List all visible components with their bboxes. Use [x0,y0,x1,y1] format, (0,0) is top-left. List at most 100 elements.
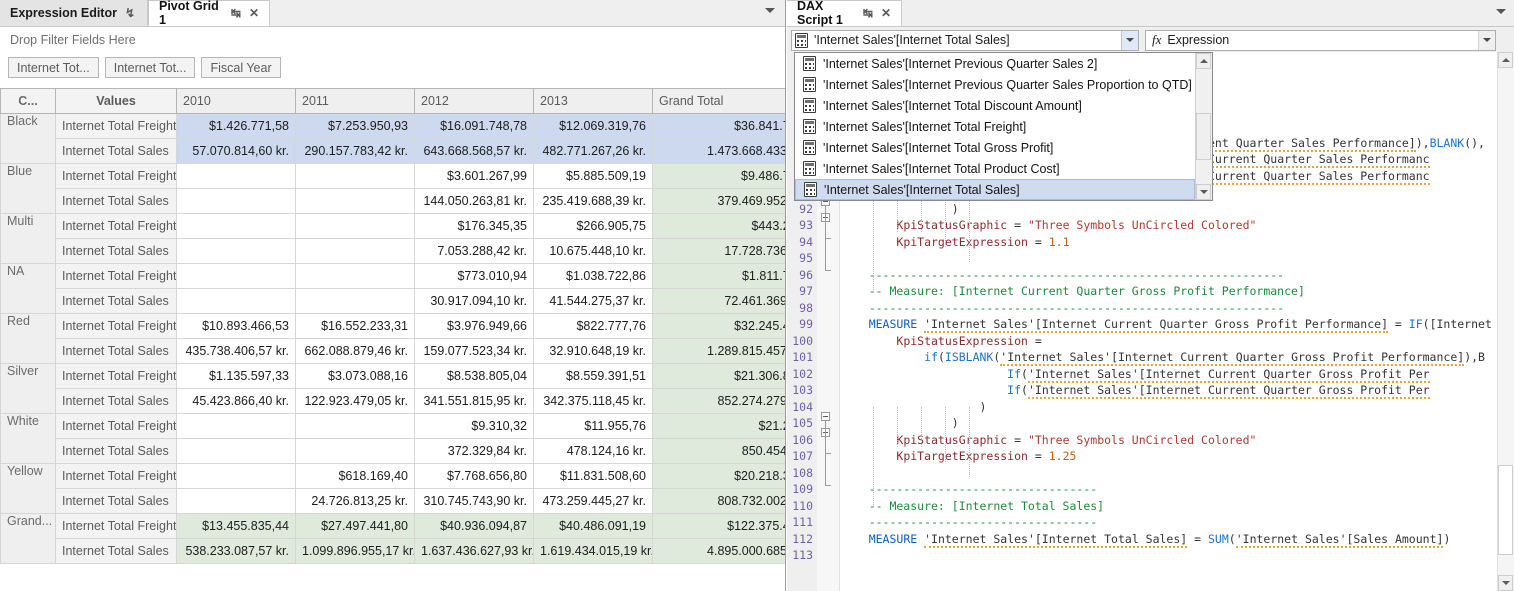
row-measure-header[interactable]: Internet Total Freight [56,114,177,139]
pivot-cell[interactable]: $3.976.949,66 [415,314,534,339]
pivot-cell[interactable]: $11.955,76 [534,414,653,439]
pivot-cell[interactable]: 72.461.369,47 kr. [653,289,786,314]
pivot-cell[interactable]: 482.771.267,26 kr. [534,139,653,164]
pivot-cell[interactable] [177,164,296,189]
pivot-cell[interactable] [177,239,296,264]
pivot-cell[interactable]: 7.053.288,42 kr. [415,239,534,264]
code-line[interactable]: 113 [787,547,1514,564]
pivot-cell[interactable]: 850.454,00 kr. [653,439,786,464]
pivot-cell[interactable]: 144.050.263,81 kr. [415,189,534,214]
measure-dropdown-list[interactable]: 'Internet Sales'[Internet Previous Quart… [794,52,1213,201]
pivot-cell[interactable]: 341.551.815,95 kr. [415,389,534,414]
close-icon[interactable]: ✕ [249,6,259,20]
pivot-cell[interactable]: 435.738.406,57 kr. [177,339,296,364]
corner-header-values[interactable]: Values [56,89,177,114]
code-line[interactable]: 97 -- Measure: [Internet Current Quarter… [787,283,1514,300]
tab-dax-script-1[interactable]: DAX Script 1 ↹ ✕ [787,0,902,26]
table-row[interactable]: NAInternet Total Freight$773.010,94$1.03… [1,264,786,289]
pivot-cell[interactable]: 17.728.736,52 kr. [653,239,786,264]
pivot-cell[interactable]: 538.233.087,57 kr. [177,539,296,564]
scroll-up-button[interactable] [1498,52,1513,68]
pivot-cell[interactable]: $1.426.771,58 [177,114,296,139]
pivot-cell[interactable]: $7.253.950,93 [296,114,415,139]
code-line[interactable]: 108 [787,465,1514,482]
pivot-cell[interactable]: 643.668.568,57 kr. [415,139,534,164]
dropdown-item[interactable]: 'Internet Sales'[Internet Previous Quart… [795,74,1195,95]
scroll-down-button[interactable] [1196,184,1211,200]
dropdown-item[interactable]: 'Internet Sales'[Internet Total Gross Pr… [795,137,1195,158]
table-row[interactable]: Grand...Internet Total Freight$13.455.83… [1,514,786,539]
pivot-cell[interactable]: $32.245.427,25 [653,314,786,339]
pivot-cell[interactable]: $1.811.733,80 [653,264,786,289]
pivot-cell[interactable] [296,414,415,439]
pivot-cell[interactable]: $40.936.094,87 [415,514,534,539]
pivot-cell[interactable]: 10.675.448,10 kr. [534,239,653,264]
row-measure-header[interactable]: Internet Total Freight [56,414,177,439]
table-row[interactable]: Internet Total Sales57.070.814,60 kr.290… [1,139,786,164]
row-measure-header[interactable]: Internet Total Sales [56,539,177,564]
pivot-cell[interactable]: 24.726.813,25 kr. [296,489,415,514]
measure-select-arrow[interactable] [1121,31,1138,50]
pivot-cell[interactable]: $266.905,75 [534,214,653,239]
table-row[interactable]: Internet Total Sales30.917.094,10 kr.41.… [1,289,786,314]
table-row[interactable]: YellowInternet Total Freight$618.169,40$… [1,464,786,489]
pivot-cell[interactable]: 1.473.668.433,85 kr. [653,139,786,164]
pivot-cell[interactable]: $3.073.088,16 [296,364,415,389]
pivot-cell[interactable]: $3.601.267,99 [415,164,534,189]
scrollbar-thumb[interactable] [1498,465,1513,555]
row-measure-header[interactable]: Internet Total Freight [56,364,177,389]
pivot-cell[interactable]: 30.917.094,10 kr. [415,289,534,314]
tab-expression-editor[interactable]: Expression Editor ↯ [0,0,148,26]
column-header-2010[interactable]: 2010 [177,89,296,114]
row-measure-header[interactable]: Internet Total Sales [56,389,177,414]
column-header-grand-total[interactable]: Grand Total [653,89,786,114]
pivot-cell[interactable]: 852.274.279,85 kr. [653,389,786,414]
pivot-cell[interactable] [177,414,296,439]
chevron-down-icon[interactable] [765,8,775,13]
pivot-cell[interactable] [177,464,296,489]
table-row[interactable]: MultiInternet Total Freight$176.345,35$2… [1,214,786,239]
row-group-header[interactable]: Red [1,314,56,364]
table-row[interactable]: Internet Total Sales435.738.406,57 kr.66… [1,339,786,364]
pin-icon[interactable]: ↹ [863,6,873,20]
table-row[interactable]: BlackInternet Total Freight$1.426.771,58… [1,114,786,139]
row-measure-header[interactable]: Internet Total Freight [56,514,177,539]
pivot-cell[interactable]: 57.070.814,60 kr. [177,139,296,164]
row-group-header[interactable]: NA [1,264,56,314]
pivot-cell[interactable] [296,264,415,289]
pivot-cell[interactable]: 662.088.879,46 kr. [296,339,415,364]
table-row[interactable]: Internet Total Sales372.329,84 kr.478.12… [1,439,786,464]
pivot-cell[interactable]: 473.259.445,27 kr. [534,489,653,514]
pivot-cell[interactable] [177,489,296,514]
row-measure-header[interactable]: Internet Total Freight [56,264,177,289]
row-measure-header[interactable]: Internet Total Sales [56,339,177,364]
expression-select[interactable]: fx Expression [1145,30,1496,51]
pivot-cell[interactable]: 4.895.000.685,87 kr. [653,539,786,564]
pivot-cell[interactable]: $21.266,08 [653,414,786,439]
pivot-cell[interactable]: $11.831.508,60 [534,464,653,489]
row-measure-header[interactable]: Internet Total Sales [56,439,177,464]
field-box-2[interactable]: Fiscal Year [201,57,280,78]
field-box-0[interactable]: Internet Tot... [8,57,99,78]
row-measure-header[interactable]: Internet Total Sales [56,489,177,514]
row-group-header[interactable]: Blue [1,164,56,214]
pivot-cell[interactable] [296,439,415,464]
row-group-header[interactable]: Black [1,114,56,164]
pivot-cell[interactable]: $13.455.835,44 [177,514,296,539]
code-line[interactable]: 100 KpiStatusExpression = [787,333,1514,350]
pivot-cell[interactable] [177,439,296,464]
pivot-cell[interactable]: $10.893.466,53 [177,314,296,339]
pivot-cell[interactable]: $36.841.791,05 [653,114,786,139]
code-line[interactable]: 102 If('Internet Sales'[Internet Current… [787,366,1514,383]
code-line[interactable]: 95 [787,250,1514,267]
row-measure-header[interactable]: Internet Total Sales [56,139,177,164]
code-line[interactable]: 99 MEASURE 'Internet Sales'[Internet Cur… [787,316,1514,333]
pivot-cell[interactable]: $1.135.597,33 [177,364,296,389]
field-box-1[interactable]: Internet Tot... [105,57,196,78]
table-row[interactable]: BlueInternet Total Freight$3.601.267,99$… [1,164,786,189]
pivot-cell[interactable]: 290.157.783,42 kr. [296,139,415,164]
pivot-cell[interactable]: $21.306.882,04 [653,364,786,389]
row-measure-header[interactable]: Internet Total Sales [56,289,177,314]
pivot-cell[interactable]: $443.251,10 [653,214,786,239]
pivot-cell[interactable]: $176.345,35 [415,214,534,239]
